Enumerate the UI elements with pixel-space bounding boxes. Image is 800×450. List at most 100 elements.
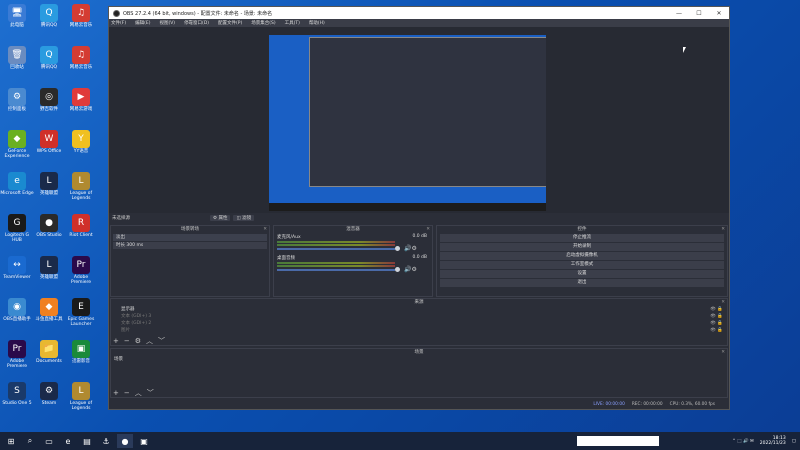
start-icon[interactable]: ⊞ (3, 434, 19, 448)
filters-button[interactable]: ◫ 滤镜 (233, 215, 255, 221)
app-icon[interactable]: ▣ (136, 434, 152, 448)
menu-item[interactable]: 编辑(E) (135, 20, 150, 26)
desktop-icon[interactable]: L League of Legends (64, 172, 98, 201)
desktop-icon[interactable]: ◎ 野吉软件 (32, 88, 66, 112)
search-icon[interactable]: ⌕ (22, 434, 38, 448)
transition-select[interactable]: 淡出 (113, 234, 267, 241)
desktop-icon[interactable]: ♫ 网易云音乐 (64, 4, 98, 28)
move-down-icon[interactable]: ﹀ (158, 336, 165, 346)
menu-item[interactable]: 文件(F) (111, 20, 126, 26)
menu-item[interactable]: 视图(V) (159, 20, 175, 26)
desktop-icon[interactable]: ▶ 网易云游戏 (64, 88, 98, 112)
desktop-icon[interactable]: G Logitech G HUB (0, 214, 34, 243)
source-item[interactable]: 图片 👁 🔒 (111, 327, 727, 334)
move-down-icon[interactable]: ﹀ (147, 388, 154, 398)
menu-item[interactable]: 工具(T) (285, 20, 300, 26)
title-bar[interactable]: OBS 27.2.4 (64 bit, windows) - 配置文件: 未命名… (109, 7, 729, 19)
tray-icons[interactable]: ⌃ ⬚ 🔊 ✉ (732, 439, 754, 444)
app-icon: L (72, 382, 90, 400)
menu-item[interactable]: 配置文件(P) (218, 20, 242, 26)
desktop-icon[interactable]: L 英雄联盟 (32, 256, 66, 280)
app-icon[interactable]: ⚓ (98, 434, 114, 448)
properties-button[interactable]: ⚙ 属性 (210, 215, 231, 221)
control-button[interactable]: 停止推流 (440, 234, 724, 242)
dock-close-icon[interactable]: ✕ (426, 226, 430, 233)
desktop-icon[interactable]: Q 腾讯QQ (32, 46, 66, 70)
source-item[interactable]: 文本 (GDI+) 2 👁 🔒 (111, 320, 727, 327)
desktop-icon[interactable]: ↔ TeamViewer (0, 256, 34, 280)
desktop-icon[interactable]: Y YY语音 (64, 130, 98, 154)
volume-slider[interactable] (277, 248, 395, 250)
menu-item[interactable]: 场景集合(S) (251, 20, 275, 26)
desktop-icon[interactable]: R Riot Client (64, 214, 98, 238)
visibility-icon[interactable]: 👁 🔒 (710, 313, 723, 320)
source-item[interactable]: 显示器 👁 🔒 (111, 306, 727, 313)
minimize-icon[interactable]: — (669, 10, 689, 17)
taskbar-search-input[interactable] (577, 436, 659, 446)
desktop-icon[interactable]: 🖥 此电脑 (0, 4, 34, 28)
move-up-icon[interactable]: ︿ (146, 336, 153, 346)
dock-close-icon[interactable]: ✕ (721, 226, 725, 233)
desktop-icon[interactable]: E Epic Games Launcher (64, 298, 98, 327)
visibility-icon[interactable]: 👁 🔒 (710, 320, 723, 327)
desktop-icon[interactable]: Pr Adobe Premiere (64, 256, 98, 285)
volume-knob[interactable] (395, 246, 400, 251)
desktop-icon[interactable]: ◆ 斗鱼直播工具 (32, 298, 66, 322)
transition-duration[interactable]: 时长 300 ms (113, 242, 267, 249)
explorer-icon[interactable]: ▤ (79, 434, 95, 448)
desktop-icon[interactable]: L 英雄联盟 (32, 172, 66, 196)
source-item[interactable]: 文本 (GDI+) 3 👁 🔒 (111, 313, 727, 320)
control-button[interactable]: 工作室模式 (440, 261, 724, 269)
control-button[interactable]: 设置 (440, 270, 724, 278)
add-icon[interactable]: + (113, 337, 119, 345)
speaker-icon[interactable]: 🔊⚙ (404, 245, 417, 252)
move-up-icon[interactable]: ︿ (135, 388, 142, 398)
dock-close-icon[interactable]: ✕ (721, 299, 725, 306)
desktop-icon[interactable]: S Studio One 5 (0, 382, 34, 406)
taskview-icon[interactable]: ▭ (41, 434, 57, 448)
clock[interactable]: 18:13 2022/11/23 (760, 436, 786, 446)
desktop-icon[interactable]: Pr Adobe Premiere (0, 340, 34, 369)
desktop-icon[interactable]: ◉ OBS直播助手 (0, 298, 34, 322)
desktop-icon[interactable]: L League of Legends (64, 382, 98, 411)
desktop-icon[interactable]: W WPS Office (32, 130, 66, 154)
desktop-icon[interactable]: 📁 Documents (32, 340, 66, 364)
desktop-icon-label: Logitech G HUB (4, 233, 30, 243)
menu-item[interactable]: 停靠窗口(D) (184, 20, 209, 26)
remove-icon[interactable]: − (124, 337, 130, 345)
preview-area[interactable] (109, 27, 729, 213)
close-icon[interactable]: ✕ (709, 10, 729, 17)
obs-task-icon[interactable]: ● (117, 434, 133, 448)
live-status: LIVE: 00:00:00 (593, 401, 625, 407)
remove-icon[interactable]: − (124, 389, 130, 397)
control-button[interactable]: 退出 (440, 279, 724, 287)
volume-knob[interactable] (395, 267, 400, 272)
dock-close-icon[interactable]: ✕ (263, 226, 267, 233)
edge-icon[interactable]: e (60, 434, 76, 448)
app-icon: S (8, 382, 26, 400)
gear-icon[interactable]: ⚙ (135, 337, 141, 345)
control-button[interactable]: 启动虚拟摄像机 (440, 252, 724, 260)
visibility-icon[interactable]: 👁 🔒 (710, 306, 723, 313)
app-icon: ♫ (72, 46, 90, 64)
scene-item[interactable]: 场景 (111, 356, 727, 362)
desktop-icon[interactable]: Q 腾讯QQ (32, 4, 66, 28)
menu-item[interactable]: 帮助(H) (309, 20, 325, 26)
volume-slider[interactable] (277, 269, 395, 271)
desktop-icon[interactable]: ⚙ Steam (32, 382, 66, 406)
controls-dock: 控件 ✕ 停止推流 开始录制 启动虚拟摄像机 工作室模式 设置 退出 (436, 225, 728, 297)
speaker-icon[interactable]: 🔊⚙ (404, 266, 417, 273)
visibility-icon[interactable]: 👁 🔒 (710, 327, 723, 334)
add-icon[interactable]: + (113, 389, 119, 397)
desktop-icon[interactable]: ▣ 迅雷影音 (64, 340, 98, 364)
desktop-icon[interactable]: ● OBS Studio (32, 214, 66, 238)
dock-close-icon[interactable]: ✕ (721, 349, 725, 356)
desktop-icon[interactable]: ◆ GeForce Experience (0, 130, 34, 159)
control-button[interactable]: 开始录制 (440, 243, 724, 251)
desktop-icon[interactable]: ⚙ 控制面板 (0, 88, 34, 112)
desktop-icon[interactable]: ♫ 网易云音乐 (64, 46, 98, 70)
desktop-icon[interactable]: e Microsoft Edge (0, 172, 34, 196)
maximize-icon[interactable]: ☐ (689, 10, 709, 17)
notification-icon[interactable]: ▢ (792, 439, 796, 444)
desktop-icon[interactable]: 🗑 回收站 (0, 46, 34, 70)
